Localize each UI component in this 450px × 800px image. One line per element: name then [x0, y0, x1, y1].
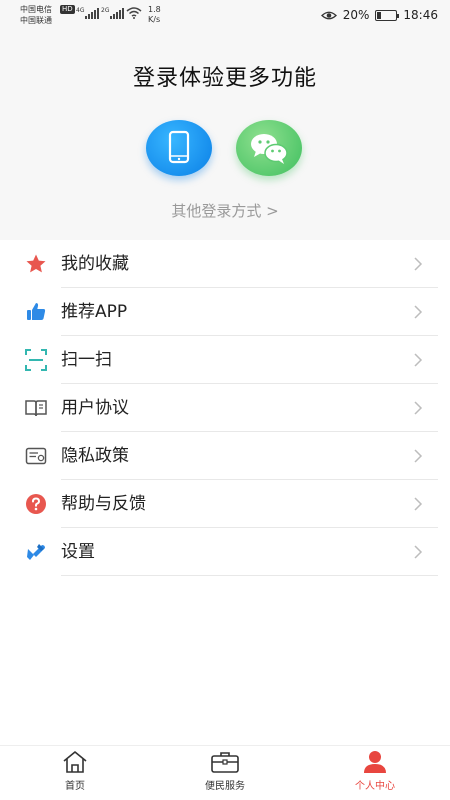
chevron-right-icon [414, 305, 423, 319]
other-login-link[interactable]: 其他登录方式 > [0, 200, 450, 221]
wechat-icon [251, 134, 288, 164]
tab-profile[interactable]: 个人中心 [335, 750, 415, 798]
phone-icon [168, 130, 190, 164]
carrier-2: 中国联通 [20, 16, 52, 25]
menu-label: 用户协议 [61, 398, 129, 418]
privacy-card-icon [25, 447, 47, 465]
menu-item-scan[interactable]: 扫一扫 [0, 336, 450, 384]
status-bar: 中国电信 中国联通 HD 4G 2G 1.8 K/s 20% 18:46 [0, 0, 450, 30]
menu-label: 扫一扫 [61, 350, 112, 370]
scan-icon [25, 349, 47, 371]
home-icon [63, 751, 87, 773]
menu-item-settings[interactable]: 设置 [0, 528, 450, 576]
thumbs-up-icon [27, 303, 46, 320]
menu-list: 我的收藏 推荐APP 扫一扫 用户协议 隐私政策 帮助与反馈 设置 [0, 240, 450, 576]
login-panel: 登录体验更多功能 其他登录方式 > [0, 30, 450, 240]
network-type-1: 4G [76, 7, 85, 14]
status-right: 20% 18:46 [320, 8, 438, 22]
battery-icon [375, 9, 400, 21]
book-icon [25, 400, 47, 417]
menu-item-user-agreement[interactable]: 用户协议 [0, 384, 450, 432]
question-icon [26, 494, 46, 514]
settings-wrench-icon [27, 544, 45, 560]
eye-comfort-icon [320, 11, 337, 19]
tab-profile-label: 个人中心 [355, 781, 395, 792]
signal-icon-2 [110, 7, 124, 19]
carrier-1: 中国电信 [20, 5, 52, 14]
signal-icon [85, 7, 99, 19]
menu-item-favorites[interactable]: 我的收藏 [0, 240, 450, 288]
hd-badge: HD [60, 5, 75, 14]
carrier-info: 中国电信 中国联通 [20, 4, 52, 26]
menu-label: 我的收藏 [61, 254, 129, 274]
chevron-right-icon [414, 497, 423, 511]
person-icon [364, 751, 386, 773]
tab-home[interactable]: 首页 [35, 750, 115, 798]
tab-service[interactable]: 便民服务 [185, 750, 265, 798]
network-speed: 1.8 K/s [148, 5, 161, 24]
chevron-right-icon [414, 353, 423, 367]
menu-item-recommend-app[interactable]: 推荐APP [0, 288, 450, 336]
menu-label: 隐私政策 [61, 446, 129, 466]
tab-home-label: 首页 [65, 781, 85, 792]
menu-item-help-feedback[interactable]: 帮助与反馈 [0, 480, 450, 528]
chevron-right-icon [414, 545, 423, 559]
menu-item-privacy-policy[interactable]: 隐私政策 [0, 432, 450, 480]
chevron-right-icon [414, 401, 423, 415]
clock: 18:46 [403, 8, 438, 22]
menu-label: 帮助与反馈 [61, 494, 146, 514]
bottom-tab-bar: 首页 便民服务 个人中心 [0, 745, 450, 800]
login-title: 登录体验更多功能 [132, 66, 317, 91]
wechat-login-button[interactable] [236, 120, 302, 176]
briefcase-icon [211, 752, 239, 773]
chevron-right-icon [414, 257, 423, 271]
network-type-2: 2G [101, 7, 110, 14]
tab-service-label: 便民服务 [205, 781, 245, 792]
divider [61, 575, 438, 576]
wifi-icon [126, 7, 142, 19]
battery-percent: 20% [342, 8, 370, 22]
star-icon [26, 254, 46, 273]
chevron-right-icon [414, 449, 423, 463]
menu-label: 设置 [61, 542, 95, 562]
menu-label: 推荐APP [61, 302, 128, 322]
phone-login-button[interactable] [146, 120, 212, 176]
